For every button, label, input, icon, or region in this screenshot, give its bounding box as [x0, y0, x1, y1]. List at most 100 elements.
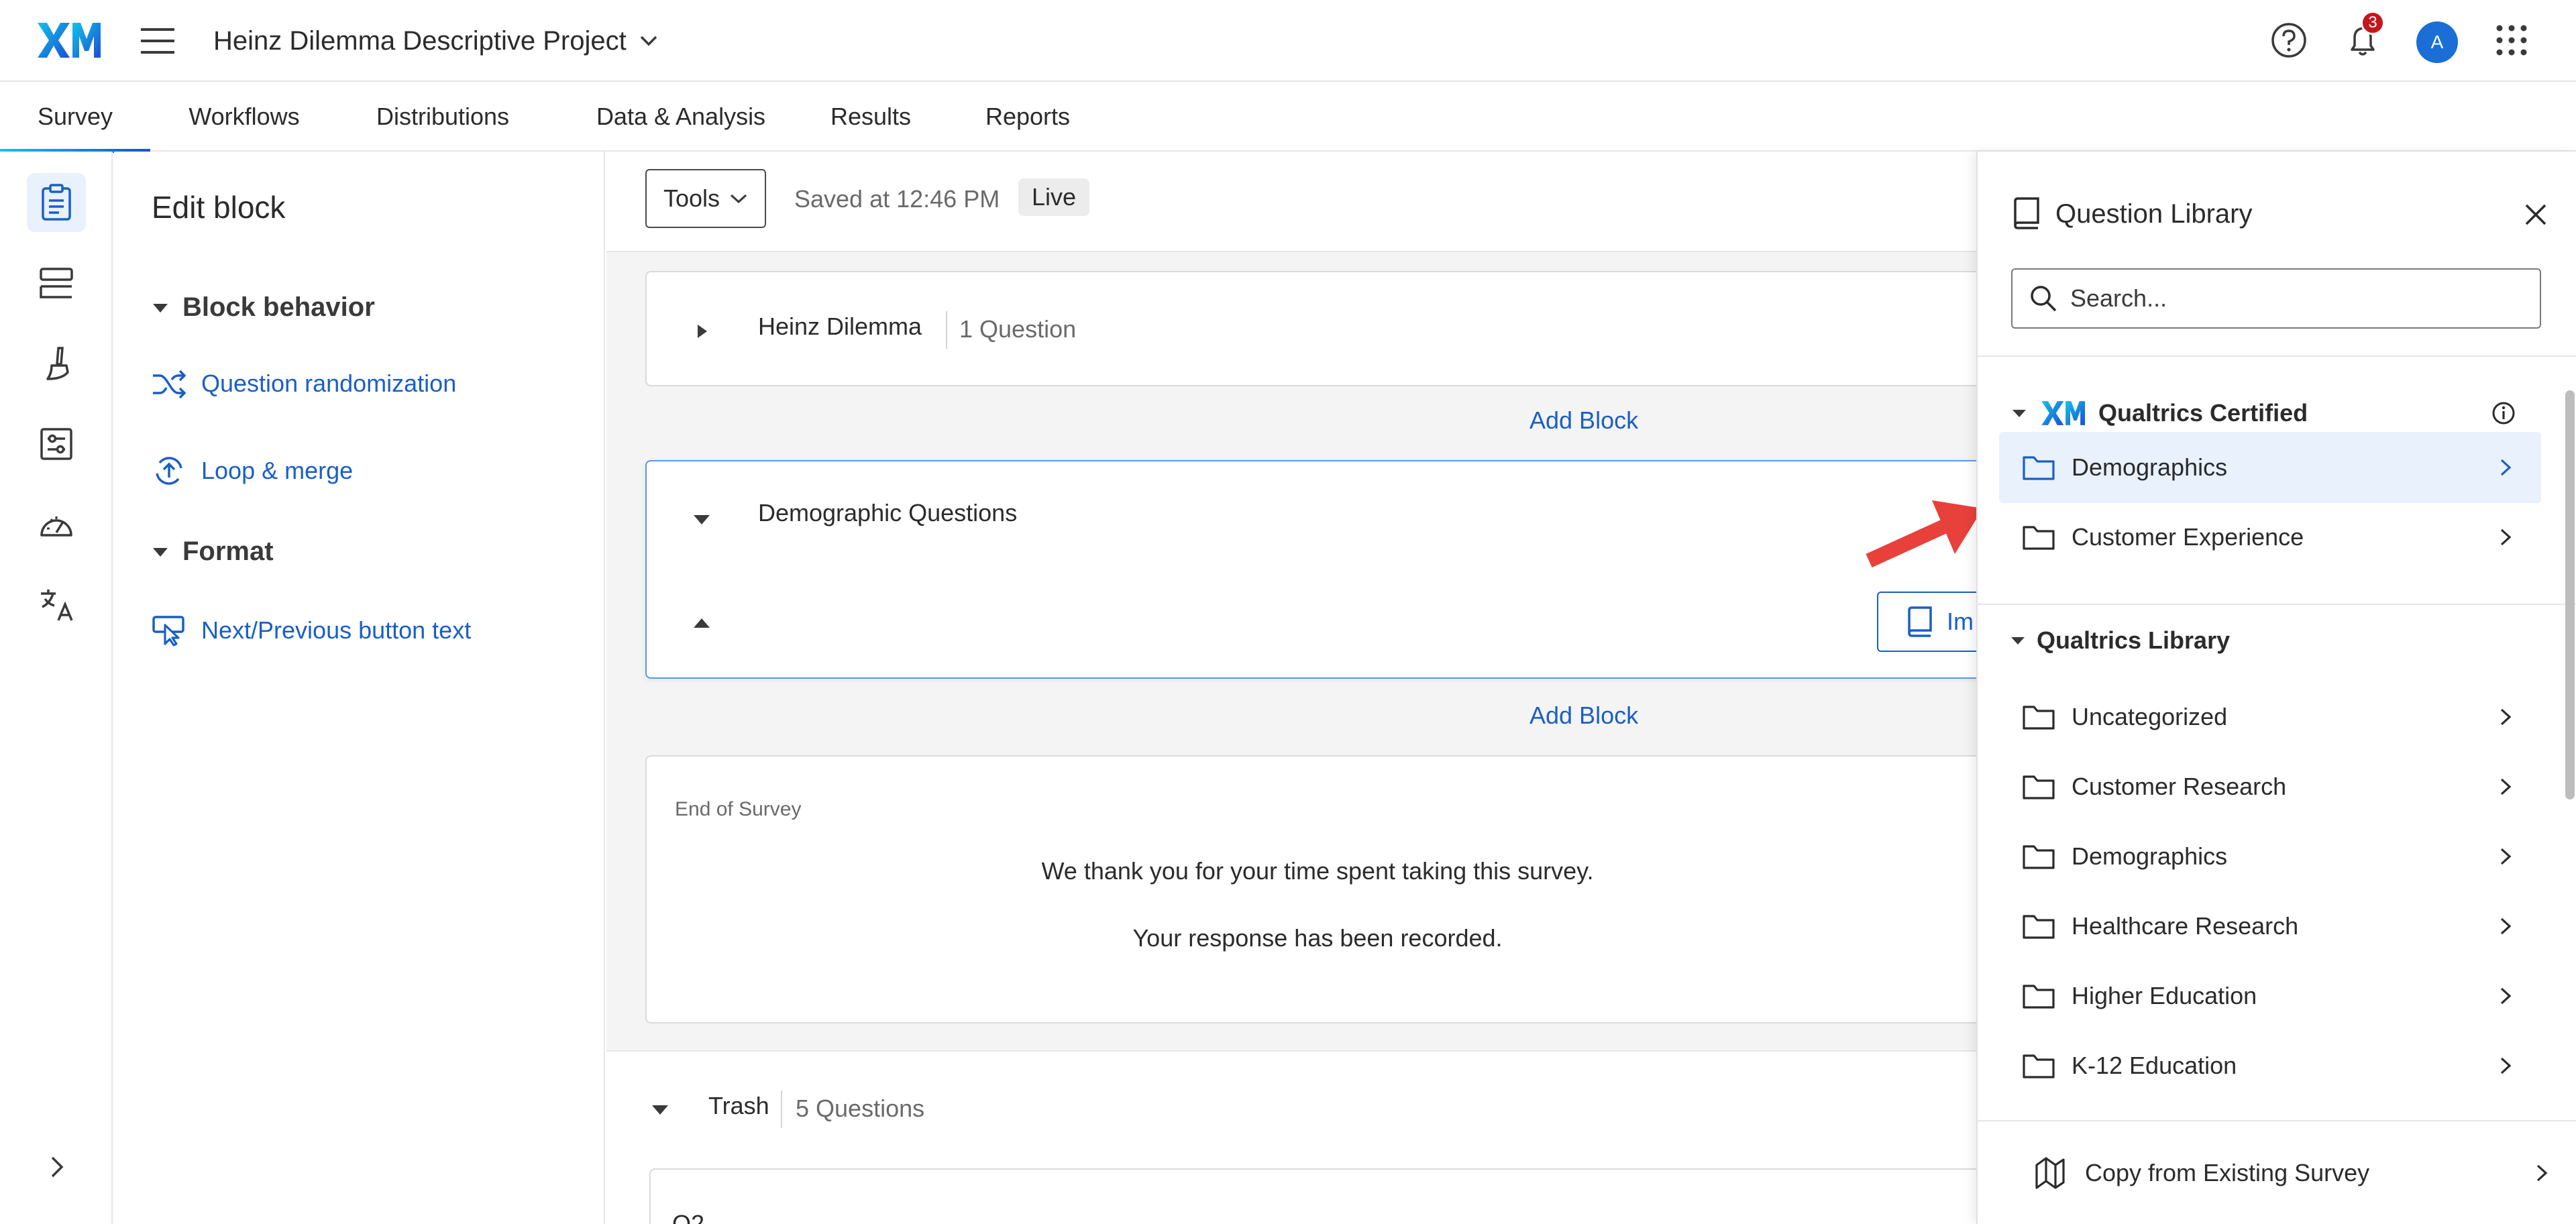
trash-section: Trash 5 Questions Q2: [606, 1050, 1976, 1224]
library-item-label: Customer Experience: [2072, 523, 2304, 551]
import-label: Im: [1947, 608, 1974, 635]
caret-right-icon[interactable]: [688, 318, 715, 345]
rail-translate-button[interactable]: [27, 575, 86, 634]
end-of-survey-label: End of Survey: [675, 798, 802, 820]
menu-icon[interactable]: [140, 25, 176, 56]
book-icon: [1908, 606, 1932, 637]
top-bar: Heinz Dilemma Descriptive Project 3 A: [0, 0, 2576, 82]
chevron-down-icon: [730, 194, 747, 204]
qualtrics-library-heading: Qualtrics Library: [2037, 626, 2231, 654]
library-item-customer-research[interactable]: Customer Research: [1999, 751, 2541, 822]
block-behavior-toggle[interactable]: Block behavior: [152, 292, 375, 323]
library-item-higher-education[interactable]: Higher Education: [1999, 960, 2541, 1032]
folder-icon: [2023, 456, 2055, 480]
library-item-label: Demographics: [2072, 453, 2228, 481]
copy-from-existing-label: Copy from Existing Survey: [2085, 1158, 2370, 1186]
brush-icon: [46, 347, 69, 380]
chevron-right-icon: [2500, 917, 2512, 935]
project-title: Heinz Dilemma Descriptive Project: [213, 25, 627, 56]
main-tabs: Survey Workflows Distributions Data & An…: [0, 82, 2576, 153]
chevron-right-icon: [2500, 778, 2512, 795]
shuffle-icon: [153, 370, 186, 398]
help-icon[interactable]: [2269, 20, 2309, 60]
question-number: Q2: [672, 1210, 705, 1224]
chevron-right-icon: [2500, 459, 2512, 476]
folder-icon: [2023, 775, 2055, 799]
library-item-demographics[interactable]: Demographics: [1999, 821, 2541, 892]
add-block-link[interactable]: Add Block: [1529, 702, 1638, 730]
apps-grid-icon[interactable]: [2491, 20, 2532, 60]
next-previous-text-link[interactable]: Next/Previous button text: [152, 614, 471, 647]
caret-down-icon[interactable]: [647, 1096, 674, 1123]
folder-icon: [2023, 845, 2055, 869]
expand-rail-icon[interactable]: [42, 1152, 71, 1182]
caret-up-icon[interactable]: [688, 609, 715, 636]
library-item-healthcare-research[interactable]: Healthcare Research: [1999, 891, 2541, 962]
tools-label: Tools: [663, 184, 720, 212]
tab-data-analysis[interactable]: Data & Analysis: [577, 82, 785, 152]
question-card-q2[interactable]: Q2: [649, 1168, 1976, 1224]
chevron-right-icon: [2536, 1164, 2548, 1182]
library-title: Question Library: [2055, 199, 2253, 229]
translate-icon: [41, 590, 73, 621]
caret-down-icon: [2011, 637, 2025, 645]
xm-logo-icon[interactable]: [36, 19, 101, 62]
library-item-k12-education[interactable]: K-12 Education: [1999, 1030, 2541, 1101]
avatar[interactable]: A: [2416, 21, 2458, 63]
chevron-right-icon: [2500, 987, 2512, 1005]
trash-question-count: 5 Questions: [796, 1095, 925, 1122]
rail-blocks-button[interactable]: [27, 254, 86, 313]
trash-title: Trash: [708, 1092, 769, 1119]
search-icon: [2031, 286, 2057, 312]
survey-canvas: Tools Saved at 12:46 PM Live Heinz Dilem…: [606, 152, 1976, 1224]
gauge-icon: [40, 516, 72, 537]
library-scrollbar-thumb[interactable]: [2565, 390, 2575, 799]
rail-survey-button[interactable]: [27, 173, 86, 232]
library-items-layer: Demographics Customer Experience Qualtri…: [1976, 357, 2576, 1115]
next-previous-text-label: Next/Previous button text: [201, 616, 472, 644]
blocks-icon: [40, 268, 73, 298]
library-item-uncategorized[interactable]: Uncategorized: [1999, 681, 2541, 753]
library-item-demographics-certified[interactable]: Demographics: [1999, 432, 2541, 503]
format-toggle[interactable]: Format: [152, 537, 274, 567]
close-icon[interactable]: [2521, 200, 2551, 229]
book-icon: [2014, 197, 2039, 229]
library-search[interactable]: [2011, 268, 2541, 329]
import-from-library-button[interactable]: Im: [1877, 592, 1976, 652]
loop-merge-label: Loop & merge: [201, 457, 354, 484]
library-item-customer-experience[interactable]: Customer Experience: [1999, 502, 2541, 573]
tab-reports[interactable]: Reports: [974, 82, 1081, 152]
format-heading: Format: [182, 537, 274, 566]
tools-button[interactable]: Tools: [645, 169, 766, 228]
block-demographic-questions[interactable]: Demographic Questions Im: [645, 460, 1976, 679]
library-search-input[interactable]: [2070, 284, 2533, 313]
loop-merge-link[interactable]: Loop & merge: [152, 453, 353, 488]
rail-look-feel-button[interactable]: [27, 334, 86, 393]
tab-workflows[interactable]: Workflows: [176, 82, 313, 152]
block-title: Heinz Dilemma: [758, 313, 922, 340]
tab-survey[interactable]: Survey: [0, 82, 150, 153]
survey-toolbar: Tools Saved at 12:46 PM Live: [606, 152, 1976, 252]
folder-icon: [2023, 1054, 2055, 1078]
qualtrics-library-toggle[interactable]: Qualtrics Library: [2010, 626, 2230, 655]
edit-block-panel: Edit block Block behavior Question rando…: [114, 152, 605, 1224]
block-title: Demographic Questions: [758, 499, 1018, 526]
tab-distributions[interactable]: Distributions: [362, 82, 523, 152]
block-heinz-dilemma[interactable]: Heinz Dilemma 1 Question: [645, 271, 1976, 386]
question-randomization-link[interactable]: Question randomization: [152, 369, 456, 398]
end-message-line-2: Your response has been recorded.: [1132, 924, 1503, 952]
chevron-right-icon: [2500, 1057, 2512, 1074]
rail-survey-options-button[interactable]: [27, 414, 86, 474]
add-block-link[interactable]: Add Block: [1529, 406, 1638, 435]
cursor-button-icon: [152, 616, 184, 647]
chevron-right-icon: [2500, 528, 2512, 546]
folder-icon: [2023, 985, 2055, 1009]
caret-down-icon[interactable]: [688, 506, 715, 533]
copy-from-existing-survey-button[interactable]: Copy from Existing Survey: [1978, 1120, 2576, 1224]
tab-results[interactable]: Results: [817, 82, 924, 152]
end-of-survey-block[interactable]: End of Survey We thank you for your time…: [645, 755, 1976, 1023]
rail-tools-button[interactable]: [27, 495, 86, 554]
copy-survey-icon: [2035, 1156, 2065, 1189]
project-title-dropdown[interactable]: Heinz Dilemma Descriptive Project: [213, 20, 659, 62]
library-item-label: Uncategorized: [2072, 703, 2228, 730]
